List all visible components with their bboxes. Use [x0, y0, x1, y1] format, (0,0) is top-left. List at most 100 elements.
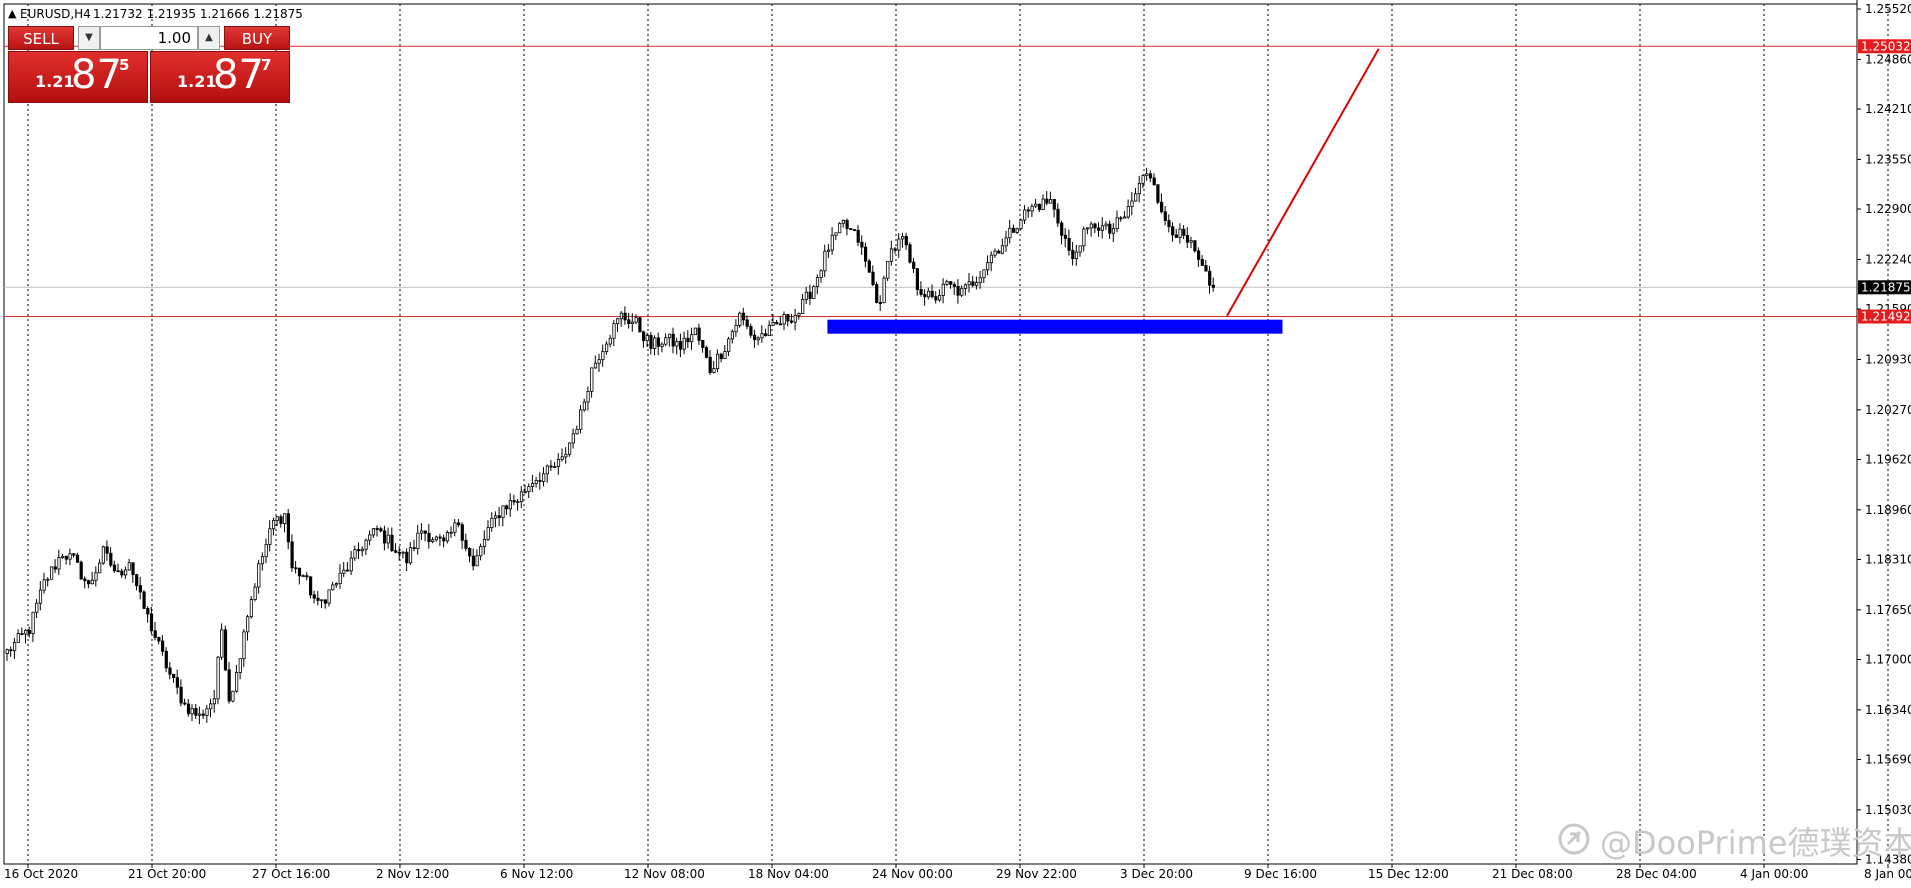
- candle-body: [545, 465, 550, 475]
- x-tick-label: 2 Nov 12:00: [376, 867, 449, 881]
- candle-body: [1071, 249, 1075, 260]
- candle-body: [963, 284, 968, 289]
- candle-body: [1137, 182, 1141, 195]
- candle-body: [1211, 284, 1215, 288]
- candle-body: [719, 353, 723, 360]
- candle-body: [745, 319, 749, 327]
- candle-body: [216, 656, 220, 700]
- candle-body: [793, 314, 797, 323]
- y-tick-label: 1.25520: [1865, 2, 1911, 16]
- candle-body: [730, 331, 735, 340]
- candle-body: [1145, 173, 1149, 176]
- candle-body: [5, 649, 9, 654]
- candle-body: [901, 236, 905, 240]
- candle-body: [978, 277, 982, 283]
- candle-body: [212, 698, 216, 705]
- dooprime-logo-icon: [1558, 823, 1590, 855]
- candle-body: [1126, 206, 1130, 218]
- candle-body: [345, 569, 350, 572]
- candle-body: [834, 232, 838, 236]
- candle-body: [693, 327, 698, 336]
- candle-body: [875, 284, 879, 303]
- candle-body: [371, 528, 376, 536]
- candle-body: [9, 649, 13, 652]
- candle-body: [412, 547, 416, 550]
- candle-body: [790, 320, 794, 323]
- candle-body: [149, 613, 154, 632]
- candle-body: [297, 567, 302, 577]
- candle-body: [68, 553, 72, 560]
- chart-canvas[interactable]: 1.25520 1.24860 1.24210 1.23550 1.22900 1.222…: [0, 0, 1911, 888]
- candle-body: [87, 580, 91, 585]
- candle-body: [630, 321, 635, 325]
- y-tick-label: 1.23550: [1865, 152, 1911, 166]
- candle-body: [919, 289, 923, 295]
- candle-body: [390, 534, 394, 552]
- candle-body: [734, 325, 738, 333]
- lot-increase-icon[interactable]: ▲: [198, 26, 220, 50]
- sell-button[interactable]: SELL: [8, 26, 74, 50]
- candle-body: [168, 667, 172, 675]
- candle-body: [190, 708, 194, 715]
- candle-body: [294, 567, 298, 570]
- buy-button[interactable]: BUY: [224, 26, 290, 50]
- candle-body: [1178, 228, 1182, 238]
- support-zone[interactable]: [827, 319, 1283, 334]
- candle-body: [268, 528, 272, 545]
- candle-body: [871, 271, 875, 285]
- candle-body: [382, 530, 387, 544]
- x-tick-label: 6 Nov 12:00: [500, 867, 573, 881]
- lot-size-input[interactable]: 1.00: [100, 26, 198, 50]
- candle-body: [1167, 220, 1171, 228]
- candle-body: [560, 456, 564, 460]
- candle-body: [982, 269, 986, 279]
- sell-quote[interactable]: 1.21 87 5: [8, 51, 148, 103]
- candle-body: [471, 555, 476, 567]
- candle-body: [12, 642, 17, 652]
- candle-body: [501, 505, 505, 519]
- candle-body: [275, 516, 279, 521]
- buy-quote[interactable]: 1.21 87 7: [150, 51, 290, 103]
- candle-body: [360, 548, 365, 552]
- candle-body: [527, 486, 531, 493]
- price-tags: 1.25032 1.21492 1.21875: [1858, 39, 1911, 324]
- candle-body: [153, 630, 157, 638]
- candle-body: [556, 458, 561, 467]
- y-tick-label: 1.15030: [1865, 803, 1911, 817]
- candle-body: [638, 317, 642, 333]
- candle-body: [231, 690, 235, 702]
- x-tick-label: 3 Dec 20:00: [1120, 867, 1193, 881]
- candle-body: [1086, 227, 1090, 230]
- candle-body: [453, 522, 457, 533]
- candle-body: [586, 390, 590, 403]
- candle-body: [57, 557, 61, 570]
- candle-body: [94, 572, 98, 581]
- candle-body: [475, 555, 479, 567]
- candle-body: [16, 633, 20, 643]
- candle-body: [301, 575, 305, 578]
- candle-body: [20, 633, 24, 635]
- support-zone-rect[interactable]: [827, 319, 1283, 334]
- candle-body: [146, 608, 150, 615]
- candle-body: [138, 585, 142, 593]
- candle-body: [46, 578, 50, 581]
- y-tick-label: 1.19620: [1865, 452, 1911, 466]
- header-arrow-icon[interactable]: ▲: [8, 7, 17, 20]
- sell-pips: 87: [71, 52, 122, 98]
- x-tick-label: 16 Oct 2020: [4, 867, 78, 881]
- candle-body: [823, 250, 827, 272]
- candle-body: [401, 551, 405, 554]
- candle-body: [627, 319, 631, 325]
- plot-frame: [3, 3, 1858, 865]
- candle-body: [997, 250, 1001, 254]
- candle-body: [290, 541, 294, 569]
- lot-decrease-icon[interactable]: ▼: [78, 26, 100, 50]
- candle-body: [616, 318, 620, 325]
- candle-body: [1204, 265, 1208, 272]
- y-tick-label: 1.17650: [1865, 603, 1911, 617]
- candle-body: [135, 574, 139, 587]
- candle-body: [579, 409, 583, 430]
- symbol-label: EURUSD,H4: [20, 7, 91, 21]
- candle-body: [531, 483, 535, 487]
- candle-body: [512, 500, 516, 503]
